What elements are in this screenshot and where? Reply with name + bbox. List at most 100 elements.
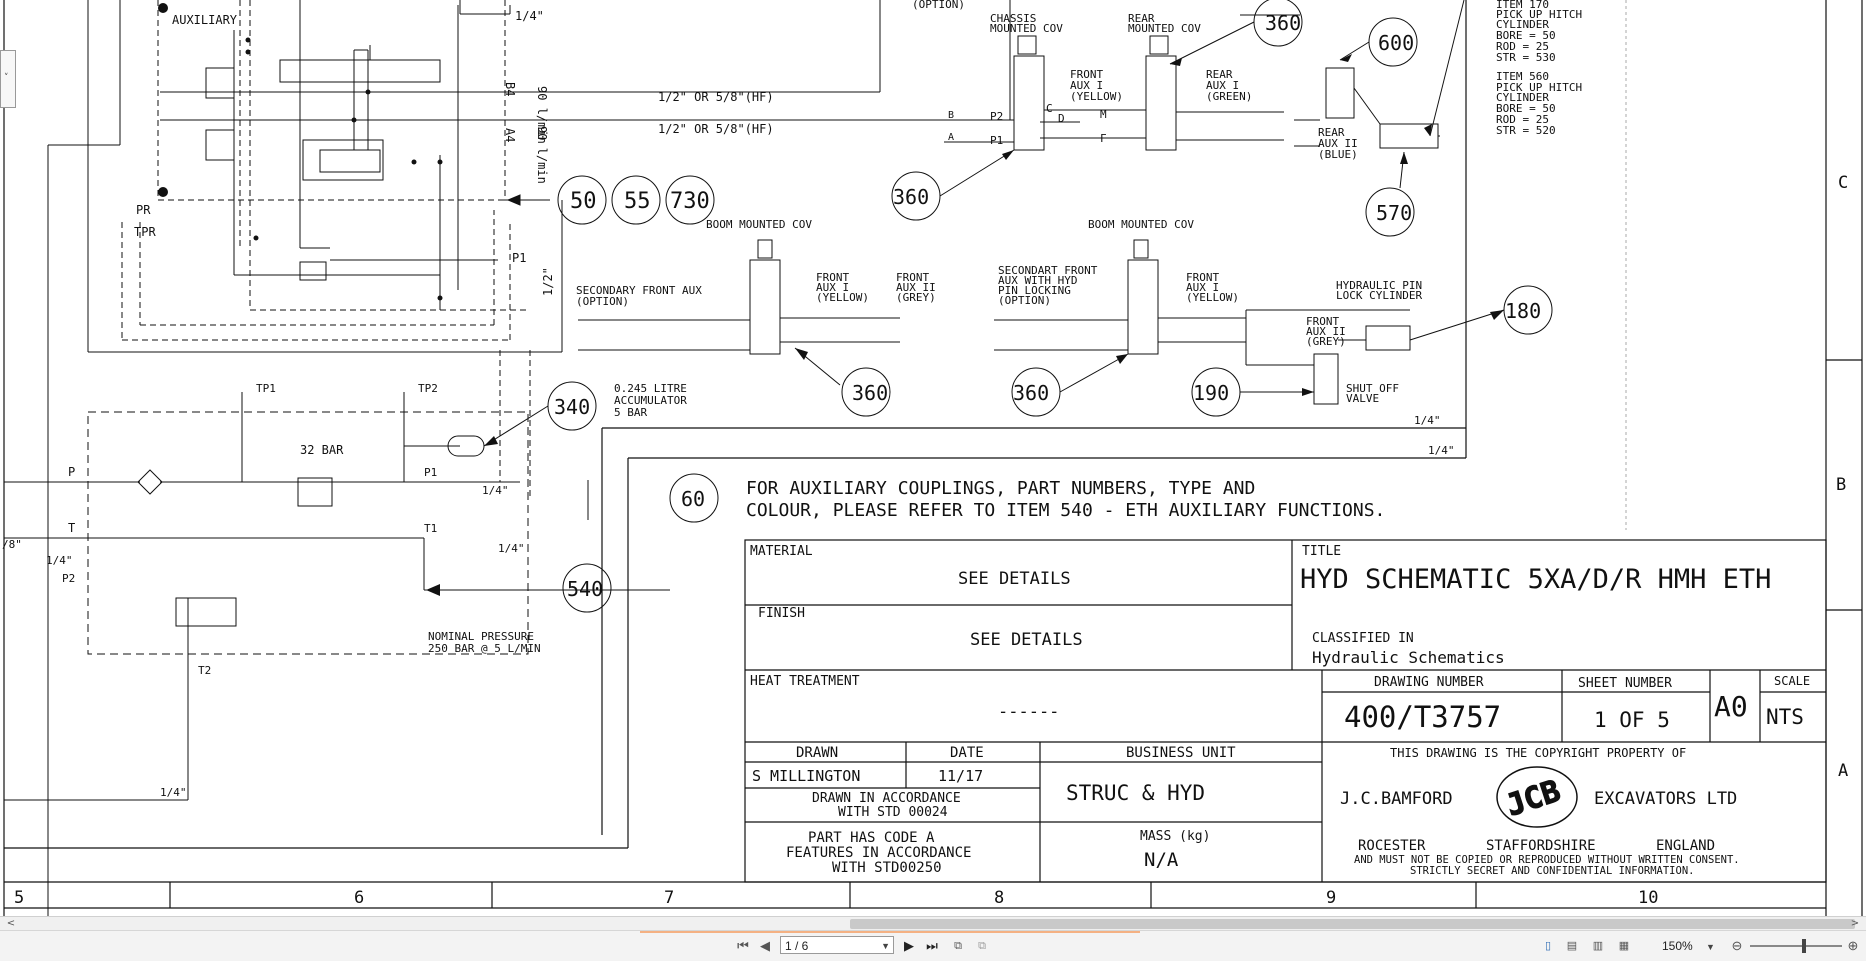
zoom-slider[interactable]: [1750, 939, 1842, 953]
callout-360: 360: [852, 381, 888, 405]
hose-size-label: 1/2" OR 5/8"(HF): [658, 90, 774, 104]
chevron-down-icon: ▼: [881, 941, 890, 951]
secondary-front-label: (OPTION): [576, 295, 629, 308]
front-aux-yellow-label: (YELLOW): [816, 291, 869, 304]
sheet-number-value: 1 OF 5: [1594, 708, 1670, 732]
horizontal-scrollbar[interactable]: < >: [0, 916, 1866, 931]
zone-column-6: 6: [354, 888, 364, 908]
hydraulic-schematic-drawing: AUXILIARY 1/4" 90 l/min 90 l/min B4 A4 1…: [2, 0, 1863, 916]
rear-cov-label: MOUNTED COV: [1128, 22, 1201, 35]
copy-page-icon[interactable]: ⧉: [972, 936, 992, 956]
first-page-icon[interactable]: ⏮: [734, 936, 752, 956]
port-p2-label: P2: [62, 572, 75, 585]
scale-label: SCALE: [1774, 674, 1810, 688]
part-code-label: FEATURES IN ACCORDANCE: [786, 845, 971, 861]
size-quarter-label: 1/4": [1428, 444, 1455, 457]
port-a4-label: A4: [503, 128, 517, 142]
callout-600: 600: [1378, 31, 1414, 55]
next-page-icon[interactable]: ▶: [900, 936, 918, 956]
front-aux-grey2-label: (GREY): [1306, 335, 1346, 348]
date-label: DATE: [950, 745, 984, 761]
business-unit-value: STRUC & HYD: [1066, 781, 1205, 805]
scroll-left-icon[interactable]: <: [4, 917, 18, 931]
auxiliary-note-line-2: COLOUR, PLEASE REFER TO ITEM 540 - ETH A…: [746, 500, 1385, 521]
zoom-in-icon[interactable]: ⊕: [1844, 936, 1862, 956]
drawing-title: HYD SCHEMATIC 5XA/D/R HMH ETH: [1300, 564, 1771, 595]
size-quarter-label: 1/4": [160, 786, 187, 799]
option-label: (OPTION): [912, 0, 965, 11]
copyright-top: THIS DRAWING IS THE COPYRIGHT PROPERTY O…: [1390, 746, 1686, 760]
panel-collapse-tab[interactable]: ˅: [0, 50, 16, 108]
location-county: STAFFORDSHIRE: [1486, 838, 1596, 854]
material-value: SEE DETAILS: [958, 569, 1071, 589]
single-page-view-icon[interactable]: ▯: [1538, 936, 1558, 956]
tpr-port-label: TPR: [134, 225, 156, 239]
material-label: MATERIAL: [750, 544, 813, 559]
front-aux-grey-label: (GREY): [896, 291, 936, 304]
callout-60: 60: [681, 487, 705, 511]
shut-off-label: VALVE: [1346, 392, 1379, 405]
zone-column-10: 10: [1638, 888, 1658, 908]
part-code-label: WITH STD00250: [832, 860, 942, 876]
callout-340: 340: [554, 395, 590, 419]
finish-value: SEE DETAILS: [970, 630, 1083, 650]
callout-180: 180: [1505, 299, 1541, 323]
port-c-label: C: [1046, 102, 1053, 115]
zone-row-b: B: [1836, 475, 1846, 495]
zoom-out-icon[interactable]: ⊖: [1728, 936, 1746, 956]
last-page-icon[interactable]: ⏭: [922, 936, 942, 956]
scroll-right-icon[interactable]: >: [1848, 917, 1862, 931]
drawing-number-value: 400/T3757: [1344, 700, 1501, 734]
document-viewport[interactable]: AUXILIARY 1/4" 90 l/min 90 l/min B4 A4 1…: [0, 0, 1866, 916]
viewer-toolbar: ⏮ ◀ 1 / 6 ▼ ▶ ⏭ ⧉ ⧉ ▯ ▤ ▥ ▦ 150% ▼ ⊖ ⊕: [0, 930, 1866, 961]
port-p1-label: P1: [424, 466, 437, 479]
classified-label: CLASSIFIED IN: [1312, 631, 1414, 646]
nominal-pressure-label: 250 BAR @ 5 L/MIN: [428, 642, 541, 655]
size-quarter-label: 1/4": [1414, 414, 1441, 427]
zone-row-a: A: [1838, 761, 1848, 781]
boom-cov-label: BOOM MOUNTED COV: [1088, 218, 1194, 231]
p1-port-label: P1: [512, 251, 526, 265]
scrollbar-thumb[interactable]: [850, 919, 1855, 929]
callout-360: 360: [1013, 381, 1049, 405]
flow-rate-bottom: 90 l/min: [535, 126, 549, 184]
callout-190: 190: [1193, 381, 1229, 405]
sheet-number-label: SHEET NUMBER: [1578, 676, 1672, 691]
mass-label: MASS (kg): [1140, 829, 1210, 844]
two-page-view-icon[interactable]: ▥: [1588, 936, 1608, 956]
auxiliary-note-line-1: FOR AUXILIARY COUPLINGS, PART NUMBERS, T…: [746, 478, 1255, 499]
continuous-view-icon[interactable]: ▤: [1562, 936, 1582, 956]
callout-360: 360: [893, 185, 929, 209]
accumulator-label: 5 BAR: [614, 406, 647, 419]
rear-aux2-label: (BLUE): [1318, 148, 1358, 161]
zone-column-7: 7: [664, 888, 674, 908]
boom-cov-label: BOOM MOUNTED COV: [706, 218, 812, 231]
port-t2-label: T2: [198, 664, 211, 677]
item-170-note: STR = 530: [1496, 51, 1556, 64]
drawn-value: S MILLINGTON: [752, 767, 860, 785]
part-code-label: PART HAS CODE A: [808, 830, 935, 846]
confidential-notice: STRICTLY SECRET AND CONFIDENTIAL INFORMA…: [1410, 865, 1694, 877]
title-label: TITLE: [1302, 544, 1341, 559]
hose-size-label: 1/2" OR 5/8"(HF): [658, 122, 774, 136]
previous-page-icon[interactable]: ◀: [756, 936, 774, 956]
zoom-slider-handle[interactable]: [1802, 939, 1806, 953]
business-unit-label: BUSINESS UNIT: [1126, 745, 1236, 761]
zoom-select[interactable]: 150% ▼: [1662, 936, 1732, 956]
port-m-label: M: [1100, 108, 1107, 121]
page-number-input[interactable]: 1 / 6 ▼: [780, 936, 894, 954]
chassis-cov-label: MOUNTED COV: [990, 22, 1063, 35]
pressure-32bar-label: 32 BAR: [300, 443, 344, 457]
size-quarter-label: 1/4": [482, 484, 509, 497]
rotate-page-icon[interactable]: ⧉: [948, 936, 968, 956]
scale-value: NTS: [1766, 705, 1804, 729]
callout-540: 540: [567, 577, 603, 601]
date-value: 11/17: [938, 767, 983, 785]
location-country: ENGLAND: [1656, 838, 1715, 854]
zoom-value: 150%: [1662, 939, 1693, 953]
port-a-label: A: [948, 132, 954, 143]
size-quarter-label: 1/4": [515, 9, 544, 23]
zone-column-9: 9: [1326, 888, 1336, 908]
port-f-label: F: [1100, 132, 1107, 145]
two-page-continuous-icon[interactable]: ▦: [1614, 936, 1634, 956]
